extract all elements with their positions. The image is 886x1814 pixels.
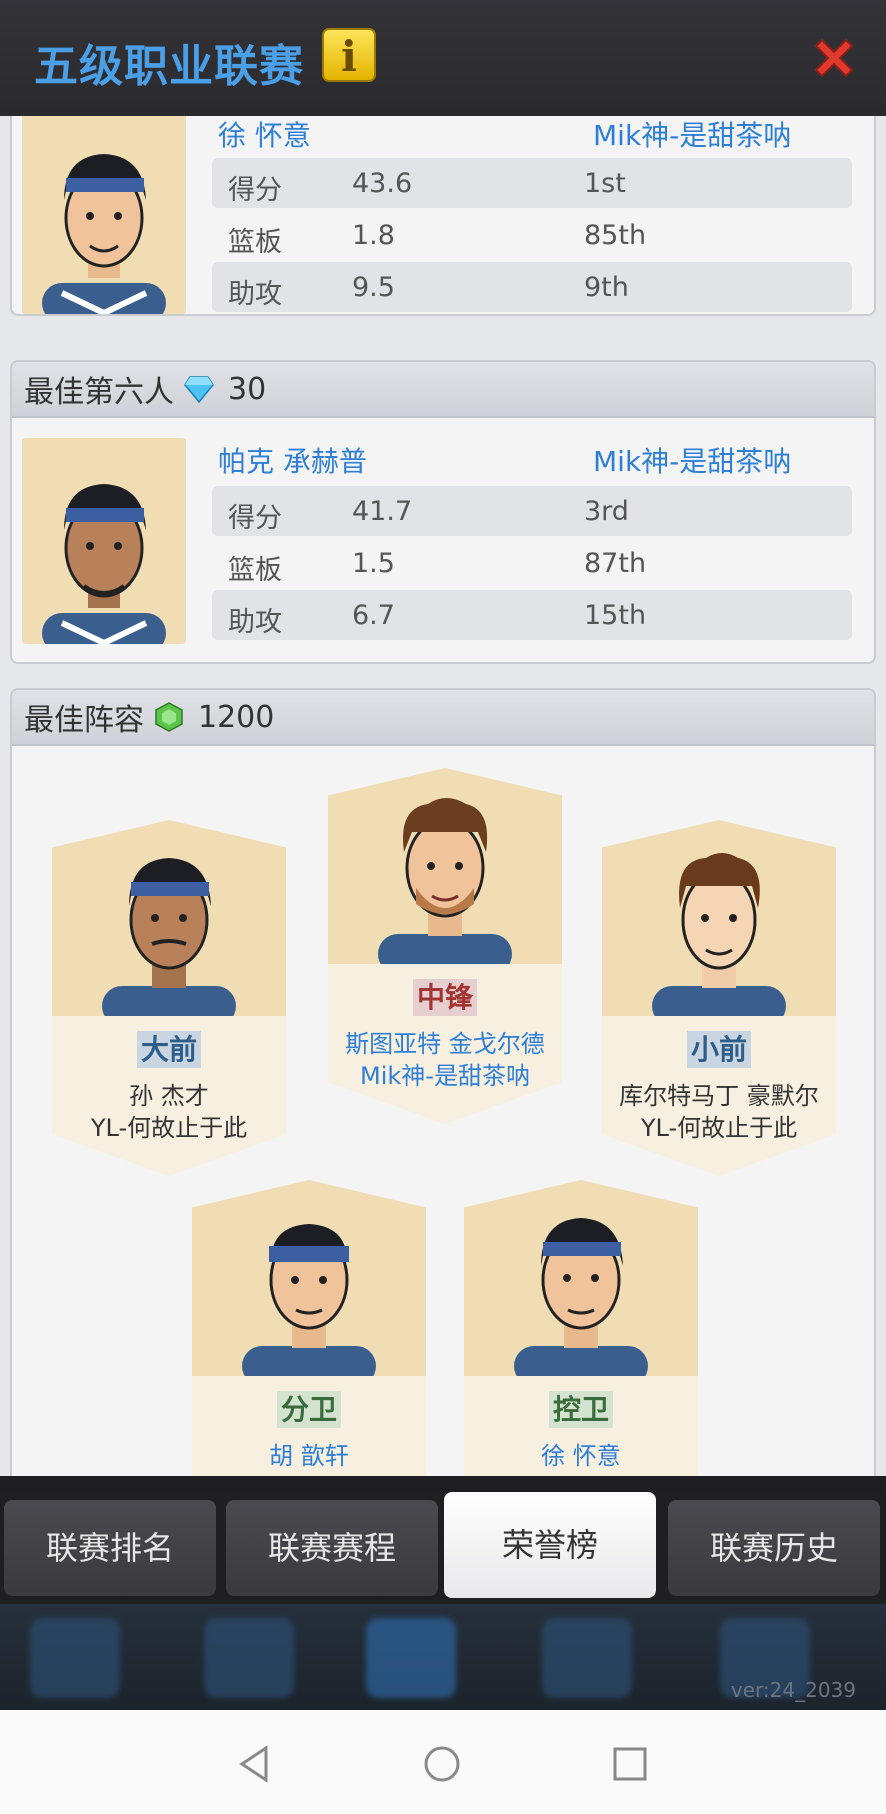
player-name: 徐 怀意 — [541, 1442, 621, 1470]
player-avatar — [22, 116, 186, 314]
team-name[interactable]: Mik神-是甜茶呐 — [593, 440, 791, 480]
back-icon[interactable] — [234, 1744, 274, 1784]
stat-row: 篮板 1.8 85th — [228, 220, 647, 258]
stat-row: 篮板 1.5 87th — [228, 548, 647, 586]
player-portrait — [192, 1180, 426, 1376]
tab-league-ranking[interactable]: 联赛排名 — [4, 1500, 216, 1596]
sixth-man-panel: 最佳第六人 30 帕克 承赫普 Mik神-是甜茶呐 得分 41.7 3rd 篮板… — [10, 360, 876, 664]
position-badge: 分卫 — [192, 1388, 426, 1428]
mvp-panel: 徐 怀意 Mik神-是甜茶呐 得分 43.6 1st 篮板 1.8 85th 助攻 9.5… — [10, 116, 876, 316]
player-name: 斯图亚特 金戈尔德 — [345, 1030, 545, 1058]
panel-header: 最佳第六人 30 — [12, 362, 874, 418]
close-icon[interactable] — [808, 34, 860, 86]
stat-row: 得分 43.6 1st — [212, 158, 852, 208]
position-badge: 大前 — [52, 1028, 286, 1068]
app-header: 五级职业联赛 i — [0, 0, 886, 119]
player-name: 孙 杰才 — [129, 1082, 209, 1110]
page-title: 五级职业联赛 — [34, 41, 304, 92]
stat-row: 得分 41.7 3rd — [212, 486, 852, 536]
player-name: 库尔特马丁 豪默尔 — [619, 1082, 819, 1110]
player-name[interactable]: 帕克 承赫普 — [218, 440, 367, 480]
recents-icon[interactable] — [610, 1744, 650, 1784]
tab-bar: 联赛排名 联赛赛程 荣誉榜 联赛历史 — [0, 1492, 886, 1604]
team-name: YL-何故止于此 — [640, 1114, 798, 1142]
blurred-icon — [542, 1618, 632, 1698]
honor-board-content[interactable]: 徐 怀意 Mik神-是甜茶呐 得分 43.6 1st 篮板 1.8 85th 助攻 9.5… — [0, 116, 886, 1476]
green-gem-icon — [155, 702, 183, 732]
player-portrait — [464, 1180, 698, 1376]
reward-value: 1200 — [198, 699, 275, 735]
player-name: 胡 歆轩 — [269, 1442, 349, 1470]
team-name: Mik神-是甜茶呐 — [360, 1062, 530, 1090]
best-lineup-panel: 最佳阵容 1200 大前 孙 杰才 YL-何故止于此 中锋 斯图亚特 金戈尔德 … — [10, 688, 876, 1476]
tab-league-history[interactable]: 联赛历史 — [668, 1500, 880, 1596]
system-nav-bar — [0, 1710, 886, 1814]
panel-header: 最佳阵容 1200 — [12, 690, 874, 746]
player-avatar — [22, 438, 186, 644]
position-badge: 中锋 — [328, 976, 562, 1016]
team-name[interactable]: Mik神-是甜茶呐 — [593, 116, 791, 154]
team-name: YL-何故止于此 — [90, 1114, 248, 1142]
tab-honor-board[interactable]: 荣誉榜 — [444, 1492, 656, 1598]
stat-row: 助攻 6.7 15th — [212, 590, 852, 640]
player-portrait — [602, 820, 836, 1016]
blurred-icon — [30, 1618, 120, 1698]
stat-row: 助攻 9.5 9th — [212, 262, 852, 312]
diamond-icon — [184, 376, 214, 403]
panel-title: 最佳阵容 — [24, 703, 144, 738]
blurred-icon — [366, 1618, 456, 1698]
version-label: ver:24_2039 — [730, 1678, 856, 1702]
panel-title: 最佳第六人 — [24, 375, 174, 410]
position-badge: 小前 — [602, 1028, 836, 1068]
tab-league-schedule[interactable]: 联赛赛程 — [226, 1500, 438, 1596]
background-nav-strip: ver:24_2039 — [0, 1604, 886, 1710]
reward-value: 30 — [228, 371, 267, 407]
player-portrait — [328, 768, 562, 964]
home-icon[interactable] — [422, 1744, 462, 1784]
player-name[interactable]: 徐 怀意 — [218, 116, 311, 154]
info-icon[interactable]: i — [322, 28, 376, 82]
player-portrait — [52, 820, 286, 1016]
position-badge: 控卫 — [464, 1388, 698, 1428]
blurred-icon — [204, 1618, 294, 1698]
